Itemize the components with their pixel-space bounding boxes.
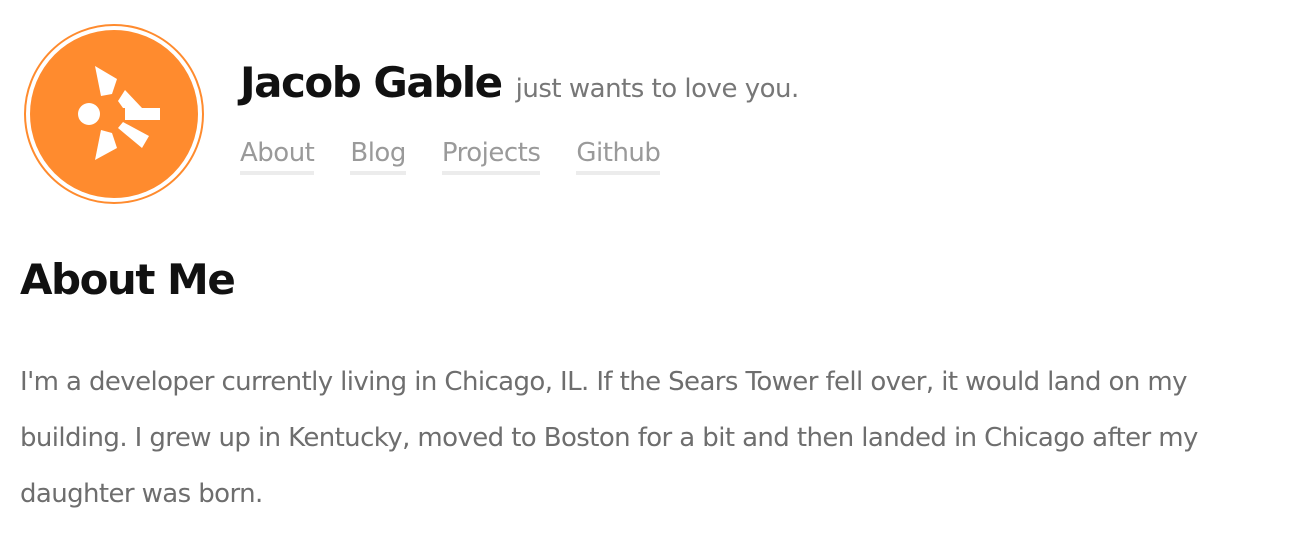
nav-link-about[interactable]: About — [240, 135, 315, 175]
site-header: Jacob Gable just wants to love you. About… — [0, 0, 1296, 220]
sunburst-logo-icon — [24, 24, 204, 204]
site-title[interactable]: Jacob Gable — [240, 58, 503, 107]
bio-paragraph: I'm a developer currently living in Chic… — [20, 367, 1198, 509]
site-tagline: just wants to love you. — [515, 74, 800, 104]
page-title: About Me — [20, 255, 236, 304]
site-logo[interactable] — [24, 24, 204, 204]
nav-link-projects[interactable]: Projects — [441, 135, 541, 175]
main-content: About Me I'm a developer currently livin… — [20, 252, 1270, 522]
main-nav: About Blog Projects Github — [240, 135, 696, 175]
nav-link-blog[interactable]: Blog — [350, 135, 406, 175]
title-line: Jacob Gable just wants to love you. — [240, 58, 799, 107]
nav-link-github[interactable]: Github — [576, 135, 661, 175]
